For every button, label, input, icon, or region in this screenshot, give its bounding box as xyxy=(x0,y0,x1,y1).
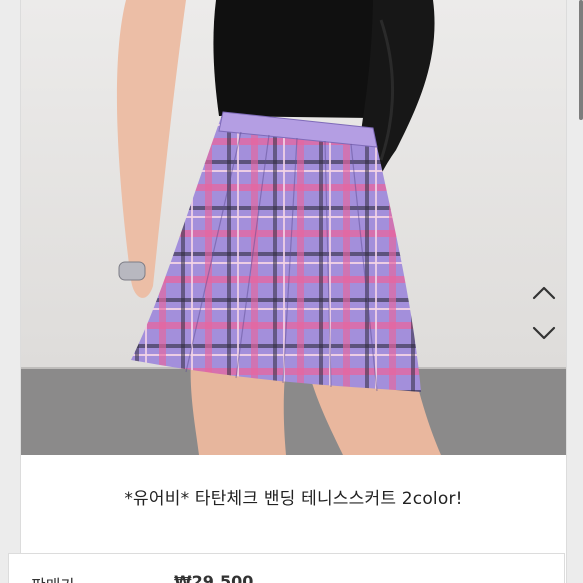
skirt-photo-illustration xyxy=(21,0,566,455)
product-card: *유어비* 타탄체크 밴딩 테니스스커트 2color! xyxy=(20,0,567,583)
product-photo[interactable] xyxy=(21,0,566,455)
scrollbar[interactable] xyxy=(579,0,583,120)
price-box: 판매가 ₩29,500 xyxy=(8,553,565,583)
chevron-down-icon[interactable] xyxy=(531,322,557,344)
page: *유어비* 타탄체크 밴딩 테니스스커트 2color! 판매가 ₩29,500 xyxy=(0,0,583,583)
chevron-up-icon[interactable] xyxy=(531,282,557,304)
price-value: ₩29,500 xyxy=(174,572,254,583)
product-title: *유어비* 타탄체크 밴딩 테니스스커트 2color! xyxy=(124,489,463,509)
price-label: 판매가 xyxy=(31,572,75,583)
